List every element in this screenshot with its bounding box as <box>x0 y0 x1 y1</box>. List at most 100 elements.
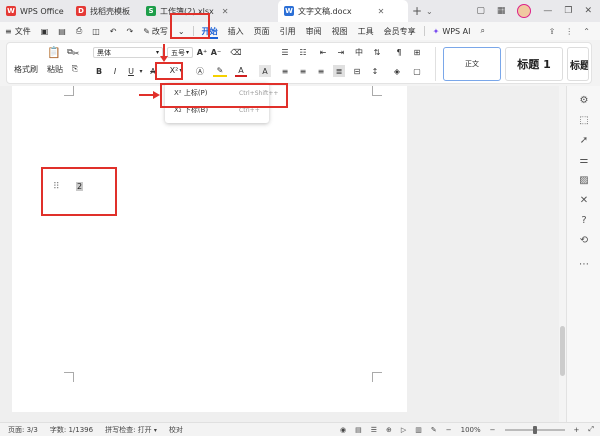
select-icon[interactable]: ⬚ <box>578 114 590 126</box>
play-icon[interactable]: ▷ <box>401 426 406 434</box>
underline-icon[interactable]: U <box>125 65 137 77</box>
share-icon[interactable]: ⟲ <box>578 234 590 246</box>
style-heading-2[interactable]: 标题 <box>567 47 589 81</box>
style-heading-1[interactable]: 标题 1 <box>505 47 563 81</box>
undo-icon[interactable]: ↶ <box>105 22 122 40</box>
zoom-slider[interactable] <box>504 425 565 434</box>
sort-icon[interactable]: ⇅ <box>371 47 383 58</box>
font-name-select[interactable]: 黑体 ▾ <box>93 47 163 58</box>
scroll-thumb[interactable] <box>560 326 565 376</box>
collapse-icon[interactable]: ⌃ <box>583 27 590 36</box>
shrink-font-icon[interactable]: A⁻ <box>211 47 221 58</box>
read-mode-icon[interactable]: ▥ <box>415 426 422 434</box>
indent-icon[interactable]: ⇥ <box>335 47 347 58</box>
help-icon[interactable]: ? <box>578 214 590 226</box>
zoom-knob[interactable] <box>532 425 537 434</box>
outdent-icon[interactable]: ⇤ <box>317 47 329 58</box>
justify-icon[interactable]: ≣ <box>333 65 345 77</box>
settings-sliders-icon[interactable]: ⚙ <box>578 94 590 106</box>
save-icon[interactable]: ▣ <box>36 22 54 40</box>
tab-view[interactable]: 视图 <box>327 22 353 40</box>
image-icon[interactable]: ▨ <box>578 174 590 186</box>
font-color-icon[interactable]: A <box>235 65 247 77</box>
bullet-list-icon[interactable]: ☰ <box>279 47 291 58</box>
outline-icon[interactable]: ☰ <box>371 426 377 434</box>
char-shading-icon[interactable]: A <box>259 65 271 77</box>
distribute-icon[interactable]: ⊟ <box>351 65 363 77</box>
minimize-icon[interactable]: — <box>543 6 552 16</box>
tab-member[interactable]: 会员专享 <box>379 22 421 40</box>
fit-icon[interactable]: ⤢ <box>588 425 594 434</box>
clear-format-icon[interactable]: ⌫ <box>229 47 243 58</box>
highlight-icon[interactable]: ✎ <box>213 65 227 77</box>
chevron-down-icon[interactable]: ▾ <box>137 65 145 77</box>
proofread-button[interactable]: 校对 <box>169 425 183 435</box>
chevron-down-icon[interactable]: ⌄ <box>426 7 433 16</box>
tab-document[interactable]: W 文字文稿.docx ✕ <box>278 0 408 22</box>
cursor-icon[interactable]: ➚ <box>578 134 590 146</box>
new-tab-button[interactable]: + <box>408 0 426 22</box>
close-icon[interactable]: ✕ <box>222 7 229 16</box>
tab-templates[interactable]: D 找稻壳模板 <box>70 0 140 22</box>
align-right-icon[interactable]: ≡ <box>315 65 327 77</box>
vertical-scrollbar[interactable] <box>559 86 566 422</box>
italic-icon[interactable]: I <box>109 65 121 77</box>
search-icon[interactable]: ⌕ <box>476 22 490 40</box>
bold-icon[interactable]: B <box>93 65 105 77</box>
file-menu[interactable]: ≡ 文件 <box>0 22 36 40</box>
border-icon[interactable]: ▢ <box>411 65 423 77</box>
close-window-icon[interactable]: ✕ <box>584 6 592 16</box>
table-icon[interactable]: ⊞ <box>411 47 423 58</box>
numbered-list-icon[interactable]: ☷ <box>297 47 309 58</box>
chinese-layout-icon[interactable]: 中 <box>353 47 365 58</box>
folder-icon[interactable]: ▤ <box>53 22 71 40</box>
adjust-icon[interactable]: ⚌ <box>578 154 590 166</box>
preview-icon[interactable]: ◫ <box>87 22 105 40</box>
edit-mode[interactable]: ✎ 改写 <box>138 22 173 40</box>
spell-check[interactable]: 拼写检查: 打开 ▾ <box>105 425 157 435</box>
page-view-icon[interactable]: ▤ <box>355 426 362 434</box>
print-icon[interactable]: ⎙ <box>71 22 87 40</box>
paste-icon[interactable]: 📋 <box>47 45 61 59</box>
zoom-out-button[interactable]: − <box>490 426 496 434</box>
align-left-icon[interactable]: ≡ <box>279 65 291 77</box>
tab-insert[interactable]: 插入 <box>223 22 249 40</box>
share-icon[interactable]: ⇪ <box>549 27 556 36</box>
tab-page[interactable]: 页面 <box>249 22 275 40</box>
tab-tools[interactable]: 工具 <box>353 22 379 40</box>
zoom-out-icon[interactable]: − <box>446 426 452 434</box>
restore-icon[interactable]: ❐ <box>564 6 572 16</box>
web-view-icon[interactable]: ⊕ <box>386 426 392 434</box>
align-center-icon[interactable]: ≡ <box>297 65 309 77</box>
paste-button[interactable]: 粘贴 <box>43 63 67 75</box>
word-count[interactable]: 字数: 1/1396 <box>50 425 93 435</box>
avatar[interactable] <box>517 4 532 18</box>
grow-font-icon[interactable]: A⁺ <box>197 47 207 58</box>
tools-icon[interactable]: ✕ <box>578 194 590 206</box>
clipboard-icon[interactable]: ⎘ <box>69 63 81 75</box>
tab-wps-office[interactable]: W WPS Office <box>0 0 70 22</box>
wps-ai-button[interactable]: ✦ WPS AI <box>428 22 476 40</box>
write-icon[interactable]: ✎ <box>431 426 437 434</box>
cut-icon[interactable]: ✂ <box>69 48 83 58</box>
zoom-level[interactable]: 100% <box>461 426 481 434</box>
grid-icon[interactable]: ▦ <box>497 6 506 16</box>
window-layout-icon[interactable]: ▢ <box>476 6 485 16</box>
eye-icon[interactable]: ◉ <box>340 426 346 434</box>
document-page[interactable]: ⠿ 2 <box>12 86 407 412</box>
tab-review[interactable]: 审阅 <box>301 22 327 40</box>
text-effect-icon[interactable]: Ⓐ <box>193 65 207 77</box>
redo-icon[interactable]: ↷ <box>122 22 139 40</box>
more-icon[interactable]: ⋮ <box>565 27 573 36</box>
format-painter-button[interactable]: 格式刷 <box>11 63 41 75</box>
more-icon[interactable]: ⋯ <box>578 258 590 270</box>
page-indicator[interactable]: 页面: 3/3 <box>8 425 38 435</box>
tab-references[interactable]: 引用 <box>275 22 301 40</box>
close-icon[interactable]: ✕ <box>378 7 385 16</box>
line-spacing-icon[interactable]: ↕ <box>369 65 381 77</box>
font-size-select[interactable]: 五号 ▾ <box>167 47 193 58</box>
shading-icon[interactable]: ◈ <box>391 65 403 77</box>
show-marks-icon[interactable]: ¶ <box>393 47 405 58</box>
zoom-in-button[interactable]: + <box>574 426 580 434</box>
style-normal[interactable]: 正文 <box>443 47 501 81</box>
